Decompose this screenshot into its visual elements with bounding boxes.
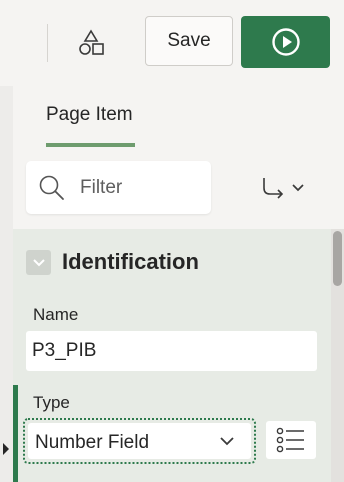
run-page-button[interactable] <box>241 16 330 68</box>
active-tab-indicator <box>46 143 135 147</box>
name-label: Name <box>33 305 79 324</box>
filter-input[interactable] <box>78 173 207 203</box>
section-title: Identification <box>62 249 199 274</box>
type-select-value: Number Field <box>35 432 150 453</box>
list-icon <box>276 427 304 453</box>
shapes-icon <box>79 29 104 55</box>
tab-page-item[interactable]: Page Item <box>46 104 133 126</box>
section-collapse-toggle[interactable] <box>26 250 51 275</box>
go-to-group-button[interactable] <box>253 170 311 206</box>
type-select-control[interactable]: Number Field <box>28 423 251 459</box>
current-property-indicator <box>13 385 18 482</box>
name-field <box>26 331 317 371</box>
left-gutter <box>0 86 13 482</box>
toolbar: Save <box>0 0 344 86</box>
shapes-button[interactable] <box>64 18 118 68</box>
scrollbar-thumb[interactable] <box>333 231 342 286</box>
play-circle-icon <box>271 28 300 56</box>
save-button[interactable]: Save <box>145 16 233 66</box>
type-select[interactable]: Number Field <box>23 418 256 464</box>
type-label: Type <box>33 393 70 412</box>
go-to-arrow-icon <box>263 178 284 199</box>
name-input[interactable] <box>26 331 317 371</box>
current-property-marker <box>3 443 9 455</box>
toolbar-separator <box>47 24 48 62</box>
type-list-button[interactable] <box>266 421 316 459</box>
chevron-down-icon <box>292 184 304 192</box>
search-icon <box>38 174 66 207</box>
filter-box <box>26 161 211 214</box>
chevron-down-icon <box>220 437 234 446</box>
chevron-down-icon <box>32 258 45 266</box>
